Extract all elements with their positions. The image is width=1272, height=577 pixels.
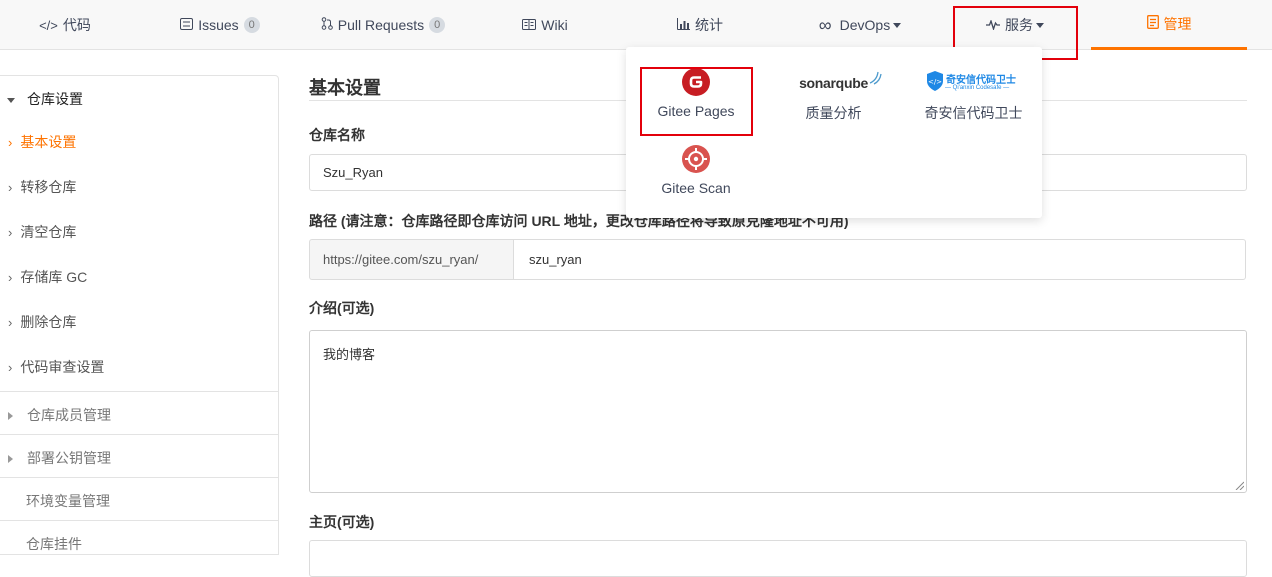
service-sonarqube[interactable]: sonarqube 质量分析 [781, 71, 886, 123]
codesafe-logo: </> 奇安信代码卫士 — Qi'anxin Codesafe — [911, 69, 1036, 97]
page-title: 基本设置 [309, 78, 381, 98]
sidebar-item-basic-settings[interactable]: › 基本设置 [8, 132, 76, 152]
sidebar-group-deploy-keys[interactable]: 部署公钥管理 [8, 448, 111, 468]
pull-request-icon [321, 17, 333, 33]
caret-right-icon [8, 412, 13, 421]
chevron-right-icon: › [8, 180, 13, 195]
path-input[interactable]: szu_ryan [513, 239, 1246, 280]
tab-wiki[interactable]: Wiki [505, 0, 585, 50]
chevron-down-icon [893, 22, 902, 28]
issues-count-badge: 0 [243, 17, 260, 33]
sidebar-item-env-vars[interactable]: 环境变量管理 [26, 491, 110, 511]
service-codesafe[interactable]: </> 奇安信代码卫士 — Qi'anxin Codesafe — 奇安信代码卫… [911, 69, 1036, 123]
tab-issues[interactable]: Issues 0 [170, 0, 270, 50]
repo-nav: </> 代码 Issues 0 Pull Requests 0 Wiki 统计 … [0, 0, 1272, 50]
shield-icon: </> [927, 71, 943, 91]
chevron-right-icon: › [8, 225, 13, 240]
gitee-pages-highlight-box [640, 67, 753, 136]
divider [0, 520, 278, 521]
divider [0, 434, 278, 435]
svg-text:</>: </> [928, 78, 942, 86]
document-icon [1146, 15, 1159, 32]
divider [0, 477, 278, 478]
code-icon: </> [39, 17, 58, 33]
caret-right-icon [8, 455, 13, 464]
gitee-scan-icon [682, 145, 710, 173]
homepage-label: 主页(可选) [309, 514, 375, 530]
tab-manage[interactable]: 管理 [1091, 0, 1247, 50]
tab-pull-requests[interactable]: Pull Requests 0 [308, 0, 458, 50]
chevron-right-icon: › [8, 270, 13, 285]
path-prefix: https://gitee.com/szu_ryan/ [309, 239, 514, 280]
sidebar-item-code-review[interactable]: › 代码审查设置 [8, 357, 104, 377]
settings-sidebar: 仓库设置 › 基本设置 › 转移仓库 › 清空仓库 › 存储库 GC › 删除仓库 › 代码… [0, 75, 279, 555]
sonar-waves-icon [869, 71, 882, 85]
sidebar-item-delete[interactable]: › 删除仓库 [8, 312, 76, 332]
chevron-right-icon: › [8, 360, 13, 375]
sidebar-item-transfer[interactable]: › 转移仓库 [8, 177, 76, 197]
bar-chart-icon [677, 17, 690, 33]
intro-textarea[interactable]: 我的博客 [309, 330, 1247, 493]
tab-stats[interactable]: 统计 [665, 0, 735, 50]
tab-devops[interactable]: ∞ DevOps [805, 0, 915, 50]
sidebar-group-members[interactable]: 仓库成员管理 [8, 405, 111, 425]
sidebar-item-widgets[interactable]: 仓库挂件 [26, 534, 82, 554]
divider [0, 391, 278, 392]
caret-down-icon [7, 97, 15, 103]
service-gitee-scan[interactable]: Gitee Scan [646, 144, 746, 196]
sidebar-header[interactable]: 仓库设置 [7, 89, 83, 109]
issues-icon [180, 17, 194, 33]
sidebar-item-clear[interactable]: › 清空仓库 [8, 222, 76, 242]
book-icon [522, 18, 537, 33]
resize-grip-icon[interactable] [1234, 480, 1244, 490]
pr-count-badge: 0 [429, 17, 446, 33]
chevron-right-icon: › [8, 135, 13, 150]
chevron-right-icon: › [8, 315, 13, 330]
sonarqube-logo: sonarqube [781, 71, 886, 97]
homepage-input[interactable] [309, 540, 1247, 577]
intro-label: 介绍(可选) [309, 300, 375, 316]
infinity-icon: ∞ [818, 14, 832, 35]
tab-code[interactable]: </> 代码 [20, 0, 110, 50]
sidebar-item-gc[interactable]: › 存储库 GC [8, 267, 87, 287]
repo-name-label: 仓库名称 [309, 127, 365, 143]
